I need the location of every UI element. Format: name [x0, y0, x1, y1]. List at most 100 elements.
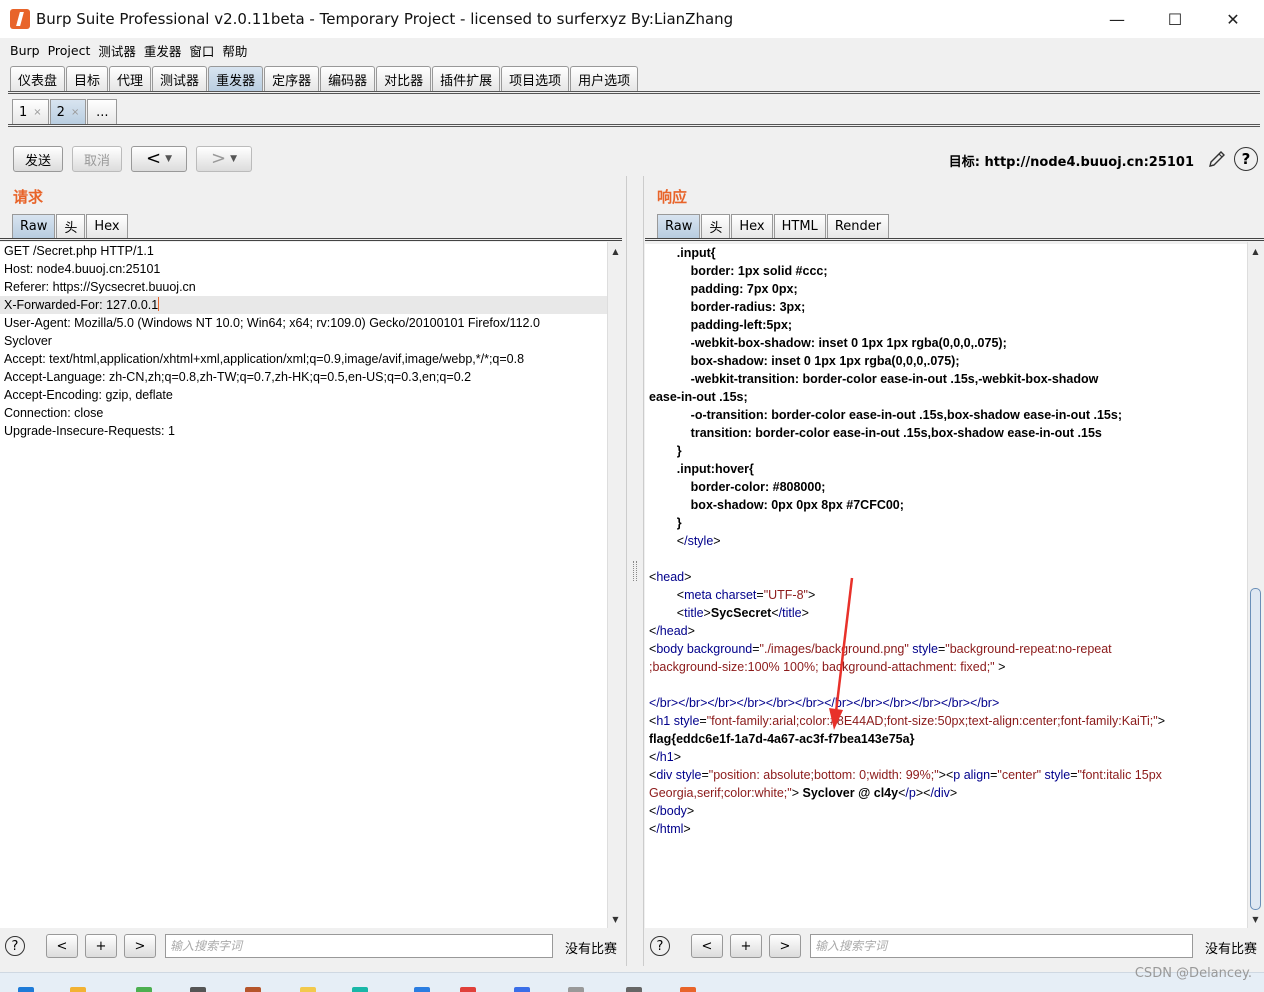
maximize-button[interactable]: ☐ [1146, 0, 1204, 38]
scroll-down-icon[interactable]: ▼ [608, 912, 623, 926]
tab-project-options[interactable]: 项目选项 [501, 66, 570, 92]
scrollbar-thumb[interactable] [1250, 588, 1261, 910]
menu-help[interactable]: 帮助 [222, 41, 247, 60]
request-search-add-button[interactable]: + [85, 934, 117, 958]
attr-value: "position: absolute;bottom: 0;width: 99%… [708, 768, 939, 782]
request-tab-headers[interactable]: 头 [56, 214, 86, 238]
pencil-icon[interactable] [1206, 148, 1228, 170]
request-search-input[interactable] [165, 934, 553, 958]
menu-project[interactable]: Project [48, 43, 91, 58]
tab-target[interactable]: 目标 [66, 66, 109, 92]
request-tab-hex[interactable]: Hex [86, 214, 128, 238]
back-button[interactable]: < ▼ [131, 146, 187, 172]
attr-name: style [1044, 768, 1071, 782]
app-icon[interactable] [190, 987, 206, 992]
response-editor[interactable]: .input{ border: 1px solid #ccc; padding:… [645, 244, 1247, 928]
forward-button[interactable]: > ▼ [196, 146, 252, 172]
request-line: Host: node4.buuoj.cn:25101 [4, 262, 161, 276]
request-search-prev-button[interactable]: < [46, 934, 78, 958]
app-icon[interactable] [245, 987, 261, 992]
tab-intruder[interactable]: 测试器 [152, 66, 208, 92]
request-help-icon[interactable]: ? [5, 936, 25, 956]
cancel-button[interactable]: 取消 [72, 146, 122, 172]
close-tab-icon[interactable]: × [33, 107, 41, 118]
response-tab-render[interactable]: Render [826, 214, 890, 238]
menu-burp[interactable]: Burp [10, 43, 40, 58]
request-editor[interactable]: GET /Secret.php HTTP/1.1 Host: node4.buu… [0, 242, 607, 928]
send-button[interactable]: 发送 [13, 146, 63, 172]
request-search-next-button[interactable]: > [124, 934, 156, 958]
tab-repeater[interactable]: 重发器 [208, 66, 264, 92]
response-search-prev-button[interactable]: < [691, 934, 723, 958]
minimize-button[interactable]: — [1088, 0, 1146, 38]
response-tab-html[interactable]: HTML [773, 214, 826, 238]
request-line: User-Agent: Mozilla/5.0 (Windows NT 10.0… [4, 316, 540, 330]
app-icon[interactable] [514, 987, 530, 992]
tag-name: head [656, 570, 685, 584]
app-icon[interactable] [414, 987, 430, 992]
response-search-next-button[interactable]: > [769, 934, 801, 958]
app-icon[interactable] [300, 987, 316, 992]
response-search-add-button[interactable]: + [730, 934, 762, 958]
response-line: ;background-size:100% 100%; background-a… [649, 660, 1006, 674]
tag-name: meta [684, 588, 712, 602]
repeater-tab-label: 1 [19, 105, 28, 120]
tab-decoder[interactable]: 编码器 [320, 66, 376, 92]
app-icon[interactable] [568, 987, 584, 992]
flag-text: flag{eddc6e1f-1a7d-4a67-ac3f-f7bea143e75… [649, 732, 915, 746]
response-scrollbar[interactable]: ▲ ▼ [1247, 242, 1263, 928]
app-icon[interactable] [352, 987, 368, 992]
scroll-up-icon[interactable]: ▲ [1248, 244, 1263, 258]
text-caret [158, 297, 160, 311]
burp-taskbar-icon[interactable] [680, 987, 696, 992]
help-icon[interactable]: ? [1234, 147, 1258, 171]
request-tab-raw[interactable]: Raw [12, 214, 56, 238]
tab-proxy[interactable]: 代理 [109, 66, 152, 92]
response-tab-headers[interactable]: 头 [701, 214, 731, 238]
taskbar [0, 972, 1264, 992]
response-view-tabs: Raw 头 Hex HTML Render [657, 214, 890, 238]
app-icon[interactable] [626, 987, 642, 992]
app-icon[interactable] [136, 987, 152, 992]
tab-sequencer[interactable]: 定序器 [264, 66, 320, 92]
windows-start-icon[interactable] [18, 987, 34, 992]
app-icon[interactable] [460, 987, 476, 992]
chevron-left-icon: < [145, 148, 162, 169]
scroll-down-icon[interactable]: ▼ [1248, 912, 1263, 926]
attr-name: style [675, 768, 702, 782]
file-explorer-icon[interactable] [70, 987, 86, 992]
menu-repeater[interactable]: 重发器 [144, 41, 182, 60]
attr-name: charset [715, 588, 757, 602]
tab-comparer[interactable]: 对比器 [376, 66, 432, 92]
response-tabs-divider [645, 238, 1264, 241]
response-line: -webkit-transition: border-color ease-in… [649, 372, 1099, 386]
tab-user-options[interactable]: 用户选项 [570, 66, 639, 92]
response-tab-hex[interactable]: Hex [731, 214, 773, 238]
repeater-tab-2[interactable]: 2 × [49, 99, 87, 125]
close-tab-icon[interactable]: × [71, 107, 79, 118]
response-help-icon[interactable]: ? [650, 936, 670, 956]
request-scrollbar[interactable]: ▲ ▼ [607, 242, 623, 928]
tab-dashboard[interactable]: 仪表盘 [10, 66, 66, 92]
close-window-button[interactable]: ✕ [1204, 0, 1262, 38]
attr-value: "background-repeat:no-repeat [945, 642, 1112, 656]
menu-window[interactable]: 窗口 [189, 41, 214, 60]
window-title: Burp Suite Professional v2.0.11beta - Te… [36, 10, 734, 28]
request-title: 请求 [13, 188, 44, 206]
splitter-grip-icon[interactable] [633, 561, 637, 581]
tab-extender[interactable]: 插件扩展 [432, 66, 501, 92]
dropdown-icon: ▼ [230, 154, 237, 164]
tag-name: div [656, 768, 673, 782]
pane-splitter[interactable] [626, 176, 644, 966]
menu-intruder[interactable]: 测试器 [98, 41, 136, 60]
response-tab-raw[interactable]: Raw [657, 214, 701, 238]
new-tab-button[interactable]: ... [87, 99, 118, 125]
tag-name: /p [905, 786, 916, 800]
tag-name: title [684, 606, 704, 620]
response-line: <body background="./images/background.pn… [649, 642, 1112, 656]
watermark: CSDN @Delancey. [1134, 966, 1252, 981]
scroll-up-icon[interactable]: ▲ [608, 244, 623, 258]
response-search-input[interactable] [810, 934, 1193, 958]
response-line: -webkit-box-shadow: inset 0 1px 1px rgba… [649, 336, 1007, 350]
repeater-tab-1[interactable]: 1 × [12, 99, 49, 125]
